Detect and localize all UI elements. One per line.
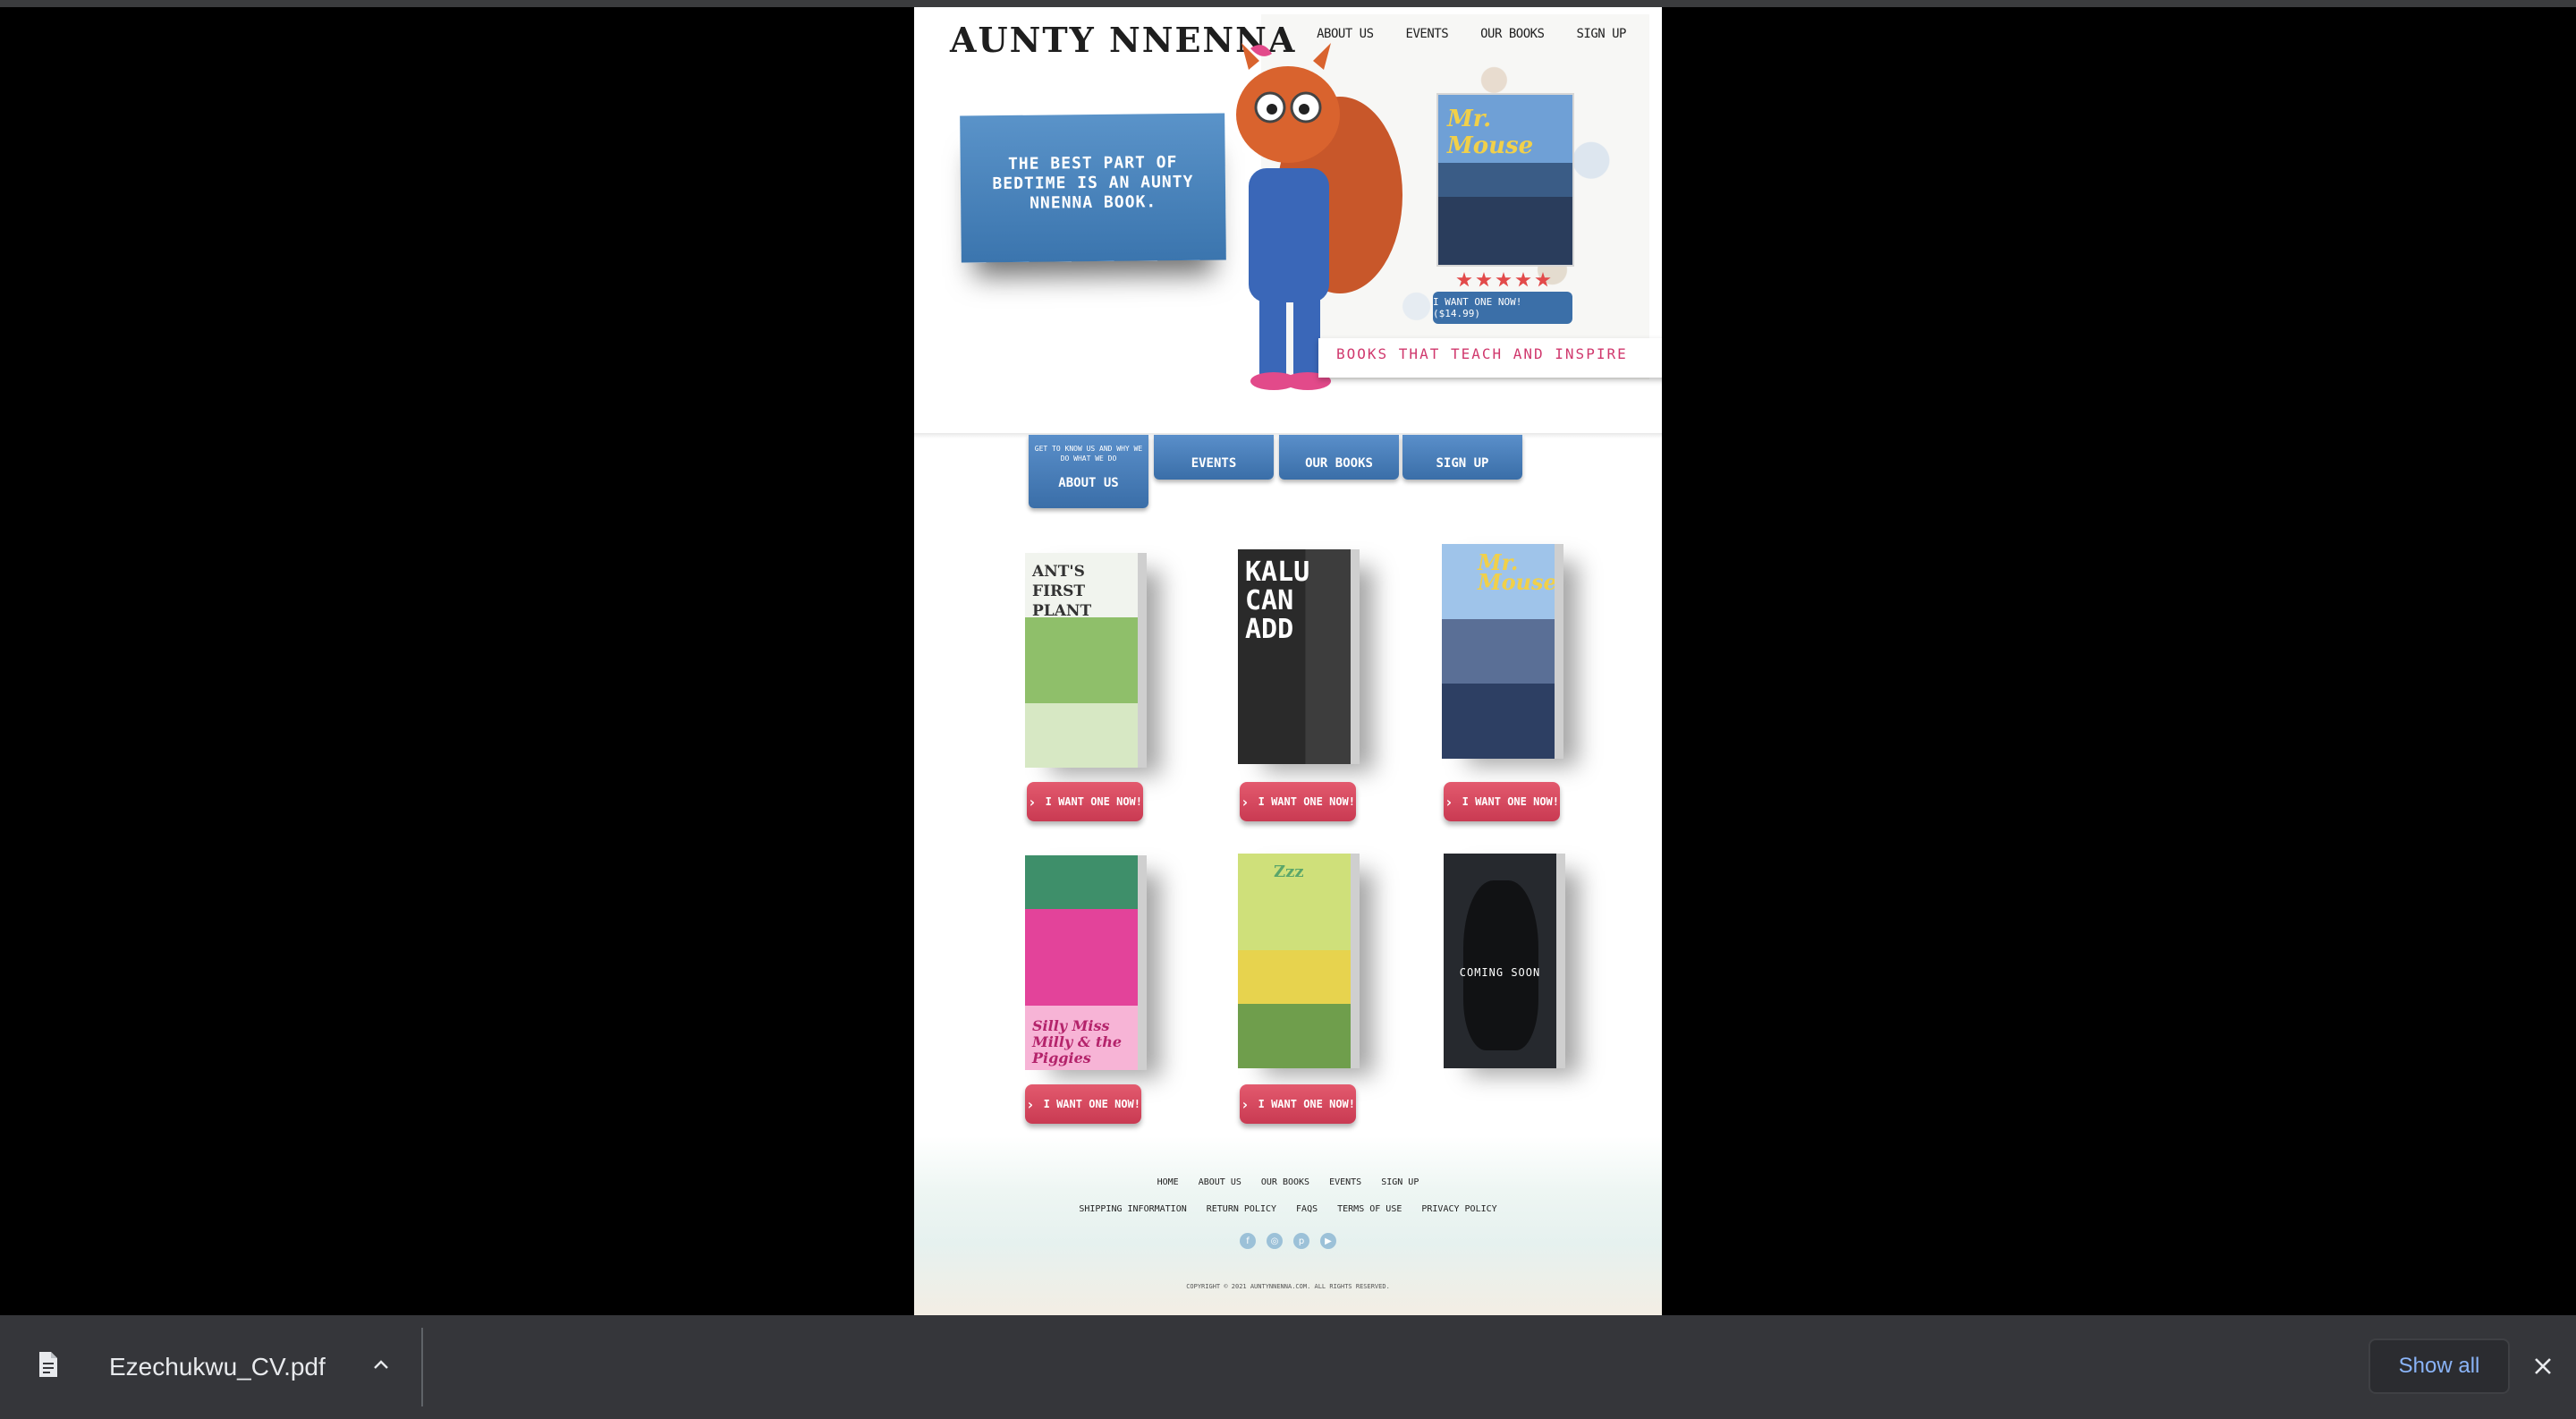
buy-label: I WANT ONE NOW! <box>1045 795 1142 808</box>
nav-sign-up[interactable]: SIGN UP <box>1576 27 1626 41</box>
tab-events[interactable]: EVENTS <box>1154 435 1274 480</box>
buy-label: I WANT ONE NOW! <box>1462 795 1559 808</box>
hero-tagline: BOOKS THAT TEACH AND INSPIRE <box>1336 345 1628 362</box>
tab-our-books[interactable]: OUR BOOKS <box>1279 435 1399 480</box>
featured-book-title: Mr. Mouse <box>1447 106 1534 159</box>
book-title: ANT'S FIRST PLANT <box>1032 563 1092 620</box>
featured-book-cover[interactable]: Mr. Mouse <box>1436 93 1574 267</box>
book-cover-coming-soon: COMING SOON <box>1444 854 1565 1068</box>
footer-link-shipping[interactable]: SHIPPING INFORMATION <box>1079 1204 1186 1214</box>
download-filename[interactable]: Ezechukwu_CV.pdf <box>109 1353 326 1381</box>
coming-soon-label: COMING SOON <box>1459 966 1541 979</box>
footer-link-faqs[interactable]: FAQS <box>1296 1204 1318 1214</box>
show-all-button[interactable]: Show all <box>2368 1338 2510 1394</box>
pinterest-icon[interactable]: p <box>1293 1233 1309 1249</box>
star-icon <box>1476 272 1492 287</box>
footer-link-about-us[interactable]: ABOUT US <box>1199 1177 1241 1187</box>
buy-label: I WANT ONE NOW! <box>1258 1098 1355 1110</box>
chevron-up-icon[interactable] <box>370 1355 392 1376</box>
facebook-icon[interactable]: f <box>1240 1233 1256 1249</box>
buy-label: I WANT ONE NOW! <box>1043 1098 1140 1110</box>
book-title: Silly Miss Milly & the Piggies <box>1032 1017 1123 1066</box>
book-title: KALU CAN ADD <box>1245 557 1310 645</box>
footer-nav: HOME ABOUT US OUR BOOKS EVENTS SIGN UP <box>914 1177 1662 1187</box>
chevron-right-icon: › <box>1444 793 1453 811</box>
footer-link-events[interactable]: EVENTS <box>1329 1177 1361 1187</box>
chevron-right-icon: › <box>1027 793 1037 811</box>
social-links: f ◎ p ▶ <box>914 1233 1662 1249</box>
close-icon[interactable] <box>2531 1355 2555 1378</box>
chevron-right-icon: › <box>1025 1095 1035 1113</box>
footer-link-terms[interactable]: TERMS OF USE <box>1337 1204 1402 1214</box>
book-cover-zzz[interactable]: Zzz <box>1238 854 1360 1068</box>
book-cover-ants-first-plant[interactable]: ANT'S FIRST PLANT <box>1025 553 1147 768</box>
footer-link-sign-up[interactable]: SIGN UP <box>1381 1177 1419 1187</box>
buy-button[interactable]: › I WANT ONE NOW! <box>1240 782 1356 821</box>
buy-button[interactable]: › I WANT ONE NOW! <box>1025 1084 1141 1124</box>
star-icon <box>1456 272 1472 287</box>
book-cover-mr-mouse[interactable]: Mr. Mouse <box>1442 544 1563 759</box>
star-icon <box>1515 272 1531 287</box>
copyright: COPYRIGHT © 2021 AUNTYNNENNA.COM. ALL RI… <box>1186 1283 1390 1290</box>
browser-top-strip <box>0 0 2576 7</box>
hero-quote-card: THE BEST PART OF BEDTIME IS AN AUNTY NNE… <box>960 113 1226 263</box>
tab-about-us[interactable]: GET TO KNOW US AND WHY WE DO WHAT WE DO … <box>1029 435 1148 508</box>
hero-buy-button[interactable]: I WANT ONE NOW! ($14.99) <box>1433 292 1572 324</box>
hero-quote-text: THE BEST PART OF BEDTIME IS AN AUNTY NNE… <box>992 153 1194 213</box>
pdf-file-icon <box>39 1352 57 1377</box>
buy-button[interactable]: › I WANT ONE NOW! <box>1444 782 1560 821</box>
footer-link-privacy[interactable]: PRIVACY POLICY <box>1421 1204 1496 1214</box>
tab-about-hint: GET TO KNOW US AND WHY WE DO WHAT WE DO <box>1034 445 1143 463</box>
buy-button[interactable]: › I WANT ONE NOW! <box>1240 1084 1356 1124</box>
footer-policy-links: SHIPPING INFORMATION RETURN POLICY FAQS … <box>914 1204 1662 1214</box>
footer-link-our-books[interactable]: OUR BOOKS <box>1261 1177 1309 1187</box>
download-bar: Ezechukwu_CV.pdf Show all <box>0 1315 2576 1419</box>
rating-stars <box>1456 272 1551 288</box>
star-icon <box>1496 272 1512 287</box>
star-icon <box>1535 272 1551 287</box>
chevron-right-icon: › <box>1240 793 1250 811</box>
instagram-icon[interactable]: ◎ <box>1267 1233 1283 1249</box>
chevron-right-icon: › <box>1240 1095 1250 1113</box>
footer-link-home[interactable]: HOME <box>1157 1177 1179 1187</box>
nav-our-books[interactable]: OUR BOOKS <box>1480 27 1545 41</box>
download-divider <box>421 1328 423 1406</box>
tab-about-label: ABOUT US <box>1058 476 1119 490</box>
book-title: Zzz <box>1274 862 1304 881</box>
youtube-icon[interactable]: ▶ <box>1320 1233 1336 1249</box>
buy-label: I WANT ONE NOW! <box>1258 795 1355 808</box>
site-footer: HOME ABOUT US OUR BOOKS EVENTS SIGN UP S… <box>914 1136 1662 1315</box>
buy-button[interactable]: › I WANT ONE NOW! <box>1027 782 1143 821</box>
pdf-page-viewport[interactable]: AUNTY NNENNA ABOUT US EVENTS OUR BOOKS S… <box>914 7 1662 1315</box>
book-title: Mr. Mouse <box>1478 549 1557 595</box>
footer-link-return-policy[interactable]: RETURN POLICY <box>1207 1204 1276 1214</box>
book-cover-silly-miss-milly[interactable]: Silly Miss Milly & the Piggies <box>1025 855 1147 1070</box>
tab-sign-up[interactable]: SIGN UP <box>1402 435 1522 480</box>
book-cover-kalu-can-add[interactable]: KALU CAN ADD <box>1238 549 1360 764</box>
